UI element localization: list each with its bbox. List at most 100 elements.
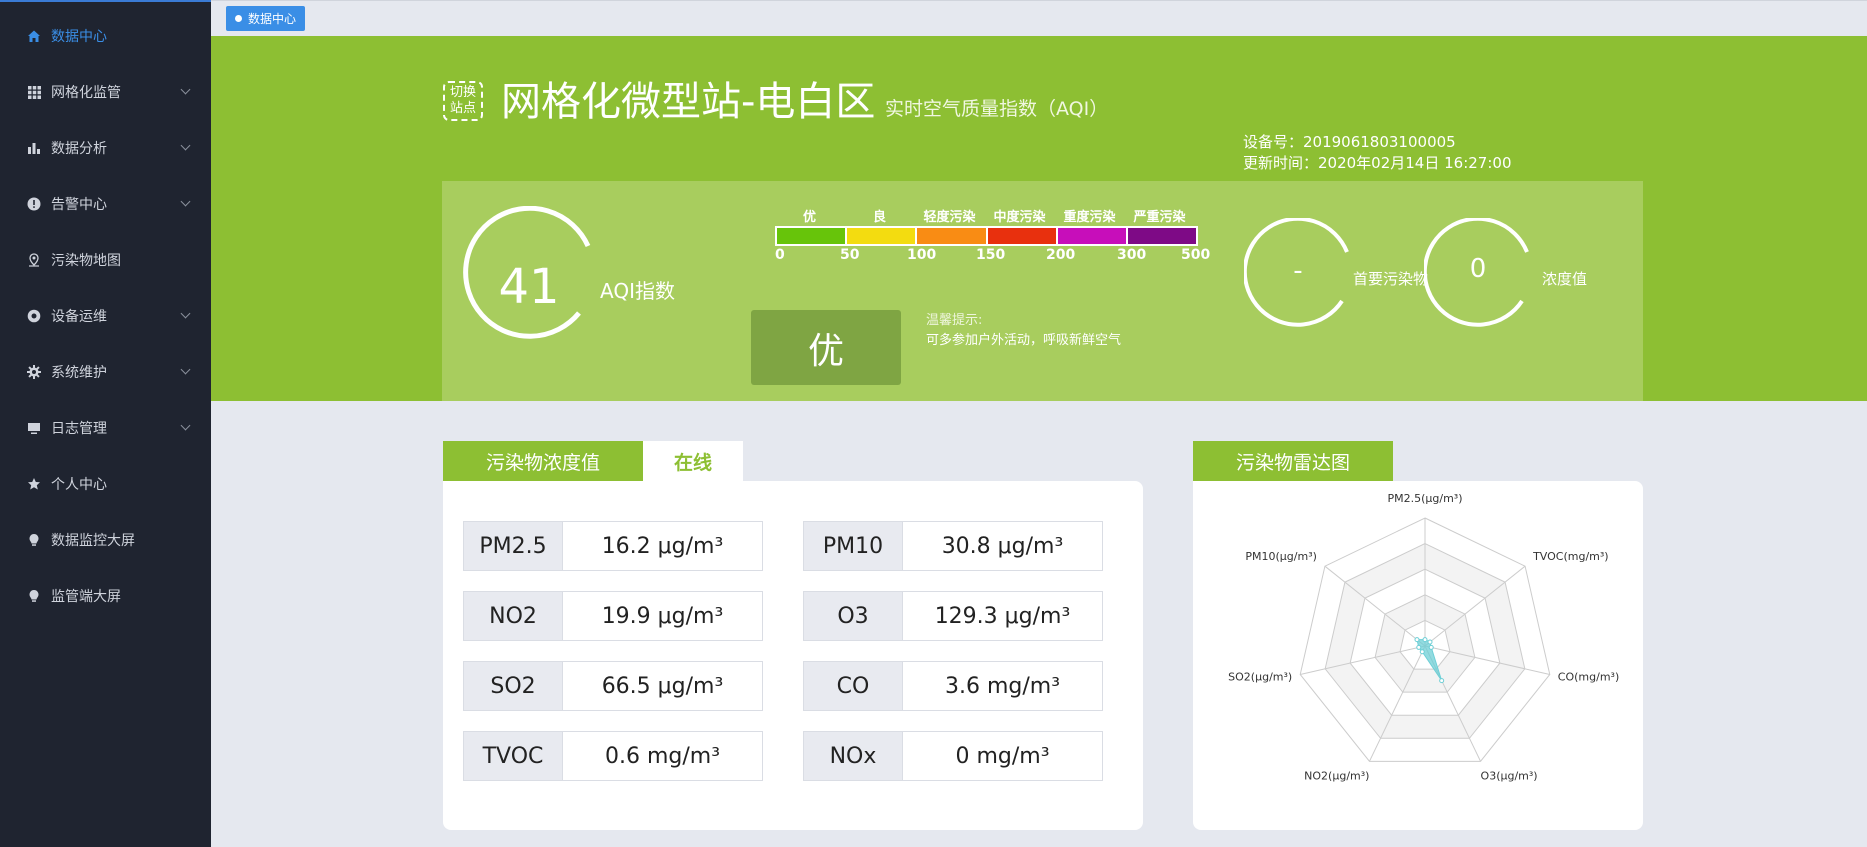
pollutant-value-cell: 19.9 μg/m³ xyxy=(563,591,763,641)
aqi-value: 41 xyxy=(498,259,560,315)
tag-data-center[interactable]: 数据中心 xyxy=(226,6,306,31)
radar-point[interactable] xyxy=(1419,649,1425,655)
pollutant-name-cell: PM2.5 xyxy=(463,521,563,571)
radar-axis-label: CO(mg/m³) xyxy=(1558,670,1619,683)
chevron-down-icon[interactable] xyxy=(180,140,191,151)
grid-icon xyxy=(26,84,42,100)
aqi-scale-breakpoint: 300 xyxy=(1117,247,1147,263)
tab-concentration[interactable]: 污染物浓度值 xyxy=(443,441,643,481)
sidebar-item-1[interactable]: 网格化监管 xyxy=(0,64,211,120)
tag-label: 数据中心 xyxy=(248,12,297,26)
sidebar-item-label: 个人中心 xyxy=(51,477,107,493)
chevron-down-icon[interactable] xyxy=(180,196,191,207)
primary-pollutant-label: 首要污染物 xyxy=(1353,270,1429,288)
aqi-scale-breakpoint: 100 xyxy=(907,247,937,263)
station-title: 网格化微型站-电白区 xyxy=(501,79,876,125)
pollutant-value-cell: 16.2 μg/m³ xyxy=(563,521,763,571)
radar-point[interactable] xyxy=(1414,637,1420,643)
app-root: 数据中心 网格化监管 数据分析 告警中心 污染物地图 设备运维 系统维护 日志管理 个人中心 数据… xyxy=(0,0,1867,847)
tag-bar: 数据中心 xyxy=(211,0,1867,36)
chevron-down-icon[interactable] xyxy=(180,308,191,319)
radar-axis-label: PM2.5(μg/m³) xyxy=(1387,492,1462,505)
bar-chart-icon xyxy=(26,140,42,156)
radar-axis-label: O3(μg/m³) xyxy=(1481,769,1538,782)
pollutant-value-cell: 66.5 μg/m³ xyxy=(563,661,763,711)
aqi-scale-segment xyxy=(847,228,918,244)
switch-station-button[interactable]: 切换 站点 xyxy=(443,81,483,121)
radar-point[interactable] xyxy=(1428,644,1434,650)
pollutant-value-cell: 0.6 mg/m³ xyxy=(563,731,763,781)
alert-icon xyxy=(26,196,42,212)
radar-point[interactable] xyxy=(1416,644,1422,650)
aqi-scale-breakpoint: 0 xyxy=(775,247,785,263)
radar-chart: PM2.5(μg/m³) TVOC(mg/m³) CO(mg/m³) O3(μg/m³… xyxy=(1228,492,1619,782)
radar-point[interactable] xyxy=(1427,639,1433,645)
aqi-scale-segment xyxy=(987,228,1058,244)
sidebar-item-2[interactable]: 数据分析 xyxy=(0,120,211,176)
sidebar-item-4[interactable]: 污染物地图 xyxy=(0,232,211,288)
chevron-down-icon[interactable] xyxy=(180,364,191,375)
aqi-panel: 41 AQI指数 优 良 轻度污染 中度污染 重度污染 严重污染 0 50 100 150 200… xyxy=(442,181,1643,401)
sidebar-item-0[interactable]: 数据中心 xyxy=(0,8,211,64)
chevron-down-icon[interactable] xyxy=(180,84,191,95)
sidebar-item-label: 日志管理 xyxy=(51,421,107,437)
primary-pollutant-value: - xyxy=(1293,256,1303,286)
device-info: 设备号：2019061803100005 更新时间：2020年02月14日 16… xyxy=(1243,132,1512,174)
sidebar-item-label: 网格化监管 xyxy=(51,85,121,101)
pollutant-value-cell: 30.8 μg/m³ xyxy=(903,521,1103,571)
radar-card: PM2.5(μg/m³) TVOC(mg/m³) CO(mg/m³) O3(μg/m³… xyxy=(1193,481,1643,830)
aqi-scale-breakpoint: 150 xyxy=(976,247,1006,263)
switch-line-1: 切换 xyxy=(449,85,476,100)
radar-axis-label: NO2(μg/m³) xyxy=(1304,769,1369,782)
sidebar-item-label: 系统维护 xyxy=(51,365,107,381)
sidebar-item-9[interactable]: 数据监控大屏 xyxy=(0,512,211,568)
pollutant-value-cell: 0 mg/m³ xyxy=(903,731,1103,781)
aqi-scale-segment xyxy=(1057,228,1128,244)
radar-point[interactable] xyxy=(1439,678,1445,684)
sidebar-item-5[interactable]: 设备运维 xyxy=(0,288,211,344)
tip-title: 温馨提示: xyxy=(926,313,983,328)
pollutant-name-cell: NOx xyxy=(803,731,903,781)
sidebar-item-8[interactable]: 个人中心 xyxy=(0,456,211,512)
device-number: 设备号：2019061803100005 xyxy=(1243,133,1456,151)
bulb-icon xyxy=(26,588,42,604)
tab-online-status[interactable]: 在线 xyxy=(643,441,743,481)
aqi-scale-breakpoint: 500 xyxy=(1181,247,1211,263)
sidebar-item-3[interactable]: 告警中心 xyxy=(0,176,211,232)
map-pin-icon xyxy=(26,252,42,268)
sidebar-item-label: 污染物地图 xyxy=(51,253,121,269)
aqi-scale-segment xyxy=(777,228,848,244)
pollutant-name-cell: NO2 xyxy=(463,591,563,641)
star-icon xyxy=(26,476,42,492)
sidebar-item-6[interactable]: 系统维护 xyxy=(0,344,211,400)
pollutant-name-cell: SO2 xyxy=(463,661,563,711)
sidebar-item-7[interactable]: 日志管理 xyxy=(0,400,211,456)
switch-line-2: 站点 xyxy=(449,101,476,116)
aqi-scale-segment xyxy=(1127,228,1197,244)
pollutant-name-cell: O3 xyxy=(803,591,903,641)
sidebar-item-label: 数据监控大屏 xyxy=(51,533,135,549)
sidebar-item-10[interactable]: 监管端大屏 xyxy=(0,568,211,624)
sidebar-item-label: 数据分析 xyxy=(51,141,107,157)
tab-radar[interactable]: 污染物雷达图 xyxy=(1193,441,1393,481)
radar-point[interactable] xyxy=(1422,637,1428,643)
sidebar-item-label: 告警中心 xyxy=(51,197,107,213)
pollutant-name-cell: CO xyxy=(803,661,903,711)
aqi-scale-breakpoint: 50 xyxy=(840,247,860,263)
aqi-scale-segment xyxy=(917,228,988,244)
sidebar-item-label: 监管端大屏 xyxy=(51,589,121,605)
main-content: 数据中心 切换 站点 网格化微型站-电白区 实时空气质量指数（AQI） 设备号：… xyxy=(211,0,1867,847)
aqi-scale-level-label: 良 xyxy=(872,210,886,225)
sidebar-item-label: 数据中心 xyxy=(51,29,107,45)
aqi-scale-level-label: 中度污染 xyxy=(993,210,1046,225)
chevron-down-icon[interactable] xyxy=(180,420,191,431)
concentration-label: 浓度值 xyxy=(1542,270,1588,288)
pollutant-name-cell: PM10 xyxy=(803,521,903,571)
radar-axis-label: PM10(μg/m³) xyxy=(1245,550,1317,563)
aqi-scale-level-label: 严重污染 xyxy=(1133,210,1186,225)
bulb-icon xyxy=(26,532,42,548)
pollutant-value-cell: 129.3 μg/m³ xyxy=(903,591,1103,641)
aqi-scale-bar xyxy=(775,226,1198,246)
sidebar-item-label: 设备运维 xyxy=(51,309,107,325)
concentration-card: PM2.5 16.2 μg/m³ PM10 30.8 μg/m³ NO2 19.9 μg/… xyxy=(443,481,1143,830)
